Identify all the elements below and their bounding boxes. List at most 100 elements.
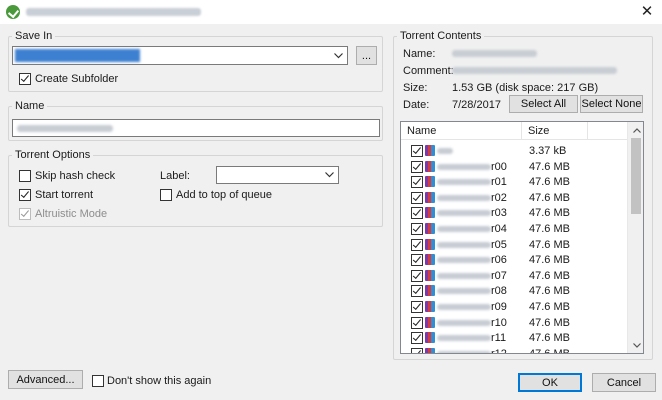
file-row[interactable]: r07 47.6 MB	[401, 268, 633, 284]
scroll-up-icon[interactable]	[628, 122, 643, 138]
start-torrent-checkbox[interactable]	[19, 189, 31, 201]
comment-info-redacted	[452, 67, 617, 74]
file-row[interactable]: r06 47.6 MB	[401, 252, 633, 268]
label-combo[interactable]	[216, 166, 339, 184]
file-row[interactable]: r12 47.6 MB	[401, 346, 633, 354]
file-checkbox[interactable]	[411, 145, 423, 157]
file-name-redacted	[437, 319, 491, 326]
file-name-redacted	[437, 350, 491, 353]
file-size: 47.6 MB	[529, 269, 570, 282]
scroll-thumb[interactable]	[631, 138, 641, 214]
file-row[interactable]: r09 47.6 MB	[401, 299, 633, 315]
close-icon[interactable]: ✕	[638, 3, 656, 21]
file-name-redacted	[437, 241, 491, 248]
file-name-redacted	[437, 179, 491, 186]
add-to-top-of-queue-checkbox[interactable]	[160, 189, 172, 201]
save-path-combo[interactable]	[12, 46, 348, 65]
date-key: Date:	[403, 99, 430, 111]
winrar-archive-icon	[425, 269, 435, 281]
file-checkbox[interactable]	[411, 254, 423, 267]
cancel-button[interactable]: Cancel	[592, 373, 656, 392]
skip-hash-check-label: Skip hash check	[35, 170, 116, 182]
file-checkbox[interactable]	[411, 176, 423, 189]
file-checkbox[interactable]	[411, 223, 423, 235]
torrent-contents-legend: Torrent Contents	[397, 30, 485, 43]
file-checkbox[interactable]	[411, 301, 423, 313]
winrar-archive-icon	[425, 285, 435, 297]
file-name-suffix: r02	[491, 191, 507, 204]
file-checkbox[interactable]	[411, 332, 423, 345]
file-name-redacted	[437, 288, 491, 295]
file-name-redacted	[437, 304, 491, 310]
file-row[interactable]: r04 47.6 MB	[401, 221, 633, 237]
file-row[interactable]: r02 47.6 MB	[401, 190, 633, 206]
torrent-name-field[interactable]	[12, 119, 380, 137]
comment-key: Comment:	[403, 65, 454, 77]
winrar-archive-icon	[425, 301, 435, 312]
file-size: 47.6 MB	[529, 223, 570, 235]
label-field-label: Label:	[160, 170, 190, 182]
file-checkbox[interactable]	[411, 285, 423, 298]
add-to-top-of-queue-label: Add to top of queue	[176, 189, 273, 201]
date-value: 7/28/2017	[452, 99, 501, 111]
skip-hash-check-checkbox[interactable]	[19, 170, 31, 182]
torrent-name-value-redacted	[17, 125, 113, 132]
file-row[interactable]: r10 47.6 MB	[401, 315, 633, 331]
altruistic-mode-checkbox	[19, 208, 31, 220]
winrar-archive-icon	[425, 207, 435, 219]
dont-show-again-label: Don't show this again	[107, 375, 212, 387]
chevron-down-icon[interactable]	[322, 167, 336, 183]
select-none-button[interactable]: Select None	[580, 95, 643, 113]
column-header-size[interactable]: Size	[522, 122, 588, 140]
file-name-suffix: r06	[491, 254, 507, 267]
file-checkbox[interactable]	[411, 347, 423, 353]
file-name-suffix: r01	[491, 176, 507, 189]
chevron-down-icon[interactable]	[331, 47, 345, 64]
create-subfolder-checkbox[interactable]	[19, 73, 31, 85]
file-list-header: Name Size	[401, 122, 643, 140]
winrar-archive-icon	[425, 176, 435, 188]
file-size: 47.6 MB	[529, 332, 570, 345]
create-subfolder-label: Create Subfolder	[35, 73, 119, 85]
file-size: 47.6 MB	[529, 285, 570, 298]
file-checkbox[interactable]	[411, 238, 423, 251]
file-checkbox[interactable]	[411, 191, 423, 204]
file-size: 47.6 MB	[529, 347, 570, 354]
file-size: 47.6 MB	[529, 176, 570, 189]
file-list[interactable]: Name Size 3.37 kB r00 47.6 MB r01 47.6 MB r02…	[400, 121, 644, 354]
dont-show-again-checkbox[interactable]	[92, 375, 104, 387]
file-checkbox[interactable]	[411, 269, 423, 282]
file-list-scrollbar[interactable]	[627, 122, 643, 353]
browse-button[interactable]: ...	[356, 46, 377, 65]
winrar-archive-icon	[425, 191, 435, 203]
file-size: 3.37 kB	[529, 145, 567, 157]
file-row[interactable]: r01 47.6 MB	[401, 174, 633, 190]
file-name-redacted	[437, 210, 491, 217]
file-checkbox[interactable]	[411, 160, 423, 173]
advanced-button[interactable]: Advanced...	[8, 370, 83, 389]
file-row[interactable]: r05 47.6 MB	[401, 237, 633, 253]
file-row[interactable]: 3.37 kB	[401, 143, 633, 159]
file-size: 47.6 MB	[529, 301, 570, 313]
file-row[interactable]: r11 47.6 MB	[401, 330, 633, 346]
file-checkbox[interactable]	[411, 316, 423, 329]
file-name-suffix: r03	[491, 207, 507, 220]
file-row[interactable]: r08 47.6 MB	[401, 283, 633, 299]
ok-button[interactable]: OK	[518, 373, 582, 392]
save-in-legend: Save In	[12, 30, 56, 43]
file-name-redacted	[437, 226, 491, 232]
file-size: 47.6 MB	[529, 191, 570, 204]
size-value: 1.53 GB (disk space: 217 GB)	[452, 82, 599, 94]
altruistic-mode-label: Altruistic Mode	[35, 208, 108, 220]
file-row[interactable]: r00 47.6 MB	[401, 159, 633, 175]
column-header-name[interactable]: Name	[401, 122, 522, 140]
file-size: 47.6 MB	[529, 207, 570, 220]
file-row[interactable]: r03 47.6 MB	[401, 205, 633, 221]
winrar-archive-icon	[425, 316, 435, 328]
scroll-down-icon[interactable]	[628, 337, 643, 353]
window-title-redacted	[26, 8, 201, 16]
select-all-button[interactable]: Select All	[509, 95, 578, 113]
file-name-redacted	[437, 163, 491, 170]
file-name-suffix: r04	[491, 223, 507, 235]
file-checkbox[interactable]	[411, 207, 423, 220]
